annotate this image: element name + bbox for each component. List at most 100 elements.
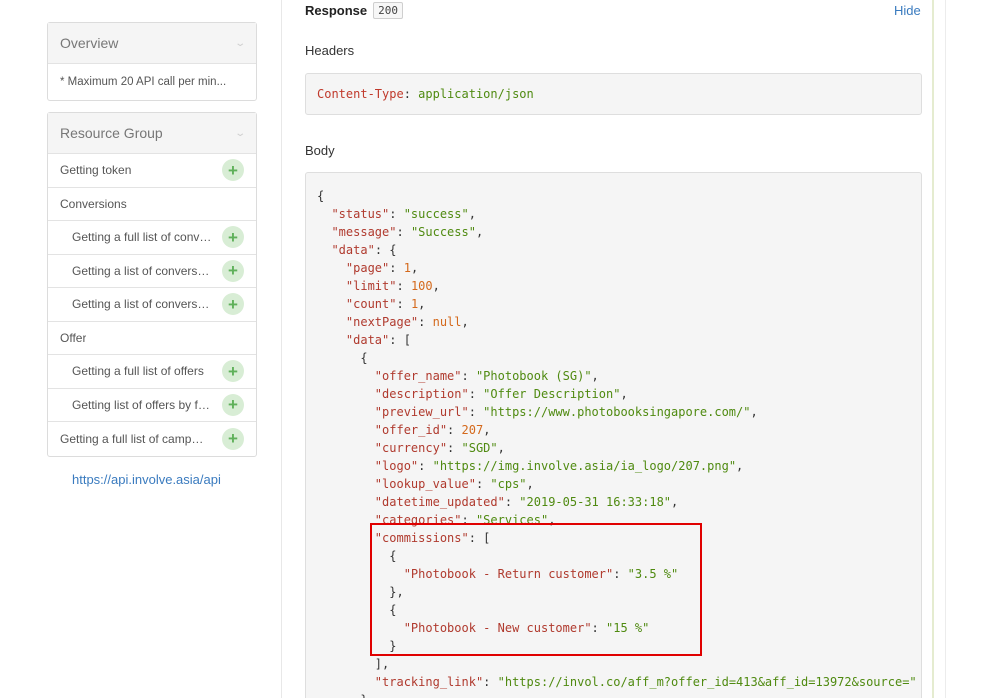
resource-group-item-label: Getting a full list of offers: [72, 364, 204, 379]
json-line: "limit": 100,: [317, 277, 921, 295]
resource-group-item-label: Offer: [60, 330, 87, 345]
resource-group-item[interactable]: Getting list of offers by fil... +: [48, 389, 256, 422]
resource-group-card: Resource Group ⌄ Getting token + Conversio…: [47, 112, 257, 457]
json-punct: ,: [475, 225, 484, 239]
json-punct: [317, 207, 331, 221]
json-number: 100: [410, 279, 433, 293]
json-key: "preview_url": [374, 405, 469, 419]
resource-group-item-label: Getting token: [60, 163, 132, 178]
json-line: "status": "success",: [317, 205, 921, 223]
json-punct: :: [468, 387, 484, 401]
json-punct: :: [475, 477, 491, 491]
json-number: null: [432, 315, 462, 329]
json-line: "logo": "https://img.involve.asia/ia_log…: [317, 457, 921, 475]
overview-note[interactable]: * Maximum 20 API call per min...: [48, 64, 256, 100]
json-key: "datetime_updated": [374, 495, 505, 509]
overview-title: Overview: [60, 35, 119, 51]
resource-group-item[interactable]: Offer: [48, 322, 256, 355]
json-punct: [317, 333, 346, 347]
json-punct: :: [396, 225, 411, 239]
overview-card: Overview ⌄ * Maximum 20 API call per min…: [47, 22, 257, 101]
json-line: "data": [: [317, 331, 921, 349]
resource-group-item[interactable]: Getting token +: [48, 154, 256, 188]
resource-group-item[interactable]: Conversions: [48, 188, 256, 221]
plus-icon[interactable]: +: [222, 159, 244, 182]
json-string: "https://www.photobooksingapore.com/": [483, 405, 751, 419]
json-line: {: [317, 349, 921, 367]
json-line: "nextPage": null,: [317, 313, 921, 331]
json-key: "logo": [374, 459, 419, 473]
resource-group-item[interactable]: Getting a full list of offers +: [48, 355, 256, 389]
resource-group-item-label: Conversions: [60, 196, 127, 211]
plus-icon[interactable]: +: [222, 226, 244, 249]
json-key: "offer_id": [374, 423, 448, 437]
json-key: "tracking_link": [374, 675, 484, 689]
json-line: "offer_name": "Photobook (SG)",: [317, 367, 921, 385]
header-colon: :: [403, 87, 419, 101]
resource-group-item-label: Getting a full list of conve...: [72, 230, 212, 245]
json-punct: [317, 477, 375, 491]
column-divider: [945, 0, 946, 698]
json-key: "page": [345, 261, 390, 275]
json-punct: [317, 495, 375, 509]
json-line: "tracking_link": "https://invol.co/aff_m…: [317, 673, 921, 691]
json-key: "status": [331, 207, 390, 221]
json-punct: ,: [750, 405, 758, 419]
json-string: "success": [403, 207, 469, 221]
json-string: "https://img.involve.asia/ia_logo/207.pn…: [432, 459, 737, 473]
resource-group-item[interactable]: Getting a list of conversio... +: [48, 288, 256, 322]
hide-response-link[interactable]: Hide: [894, 3, 921, 18]
json-punct: }: [317, 693, 367, 698]
plus-icon[interactable]: +: [222, 259, 244, 282]
response-label: Response: [305, 3, 368, 18]
json-punct: [317, 405, 375, 419]
json-punct: :: [418, 459, 433, 473]
json-string: "cps": [490, 477, 527, 491]
json-punct: [317, 369, 375, 383]
resource-group-header[interactable]: Resource Group ⌄: [48, 113, 256, 154]
column-divider: [281, 0, 282, 698]
json-punct: ,: [468, 207, 476, 221]
commissions-highlight-box: [370, 523, 702, 656]
json-punct: : [: [389, 333, 411, 347]
resource-group-item[interactable]: Getting a full list of conve... +: [48, 221, 256, 255]
json-line: ],: [317, 655, 921, 673]
resource-group-item-label: Getting list of offers by fil...: [72, 397, 212, 412]
json-line: "page": 1,: [317, 259, 921, 277]
plus-icon[interactable]: +: [222, 293, 244, 316]
json-punct: ,: [620, 387, 628, 401]
plus-icon[interactable]: +: [222, 393, 244, 416]
json-line: "datetime_updated": "2019-05-31 16:33:18…: [317, 493, 921, 511]
json-punct: ,: [497, 441, 505, 455]
status-code-badge: 200: [373, 2, 404, 19]
json-line: "message": "Success",: [317, 223, 921, 241]
resource-group-item[interactable]: Getting a list of conversio... +: [48, 255, 256, 288]
headers-label: Headers: [305, 43, 355, 58]
json-punct: {: [317, 351, 368, 365]
resource-group-item-label: Getting a list of conversio...: [72, 263, 212, 278]
plus-icon[interactable]: +: [222, 360, 244, 383]
json-string: "https://invol.co/aff_m?offer_id=413&aff…: [497, 675, 917, 689]
json-punct: :: [396, 279, 411, 293]
json-punct: :: [461, 369, 476, 383]
json-punct: :: [389, 261, 404, 275]
json-punct: [317, 225, 331, 239]
json-string: "Success": [410, 225, 476, 239]
json-punct: :: [447, 441, 462, 455]
json-number: 207: [461, 423, 484, 437]
headers-code-box: Content-Type: application/json: [305, 73, 922, 115]
json-key: "message": [331, 225, 397, 239]
resource-group-item[interactable]: Getting a full list of campai... +: [48, 422, 256, 456]
header-value: application/json: [418, 87, 534, 101]
plus-icon[interactable]: +: [222, 427, 244, 450]
api-base-url-link[interactable]: https://api.involve.asia/api: [72, 472, 221, 487]
overview-header[interactable]: Overview ⌄: [48, 23, 256, 64]
json-line: "offer_id": 207,: [317, 421, 921, 439]
json-punct: ,: [418, 297, 426, 311]
json-punct: [317, 315, 346, 329]
response-panel-border: [932, 0, 934, 698]
json-key: "currency": [374, 441, 448, 455]
json-key: "offer_name": [374, 369, 462, 383]
json-number: 1: [403, 261, 411, 275]
json-line: "lookup_value": "cps",: [317, 475, 921, 493]
